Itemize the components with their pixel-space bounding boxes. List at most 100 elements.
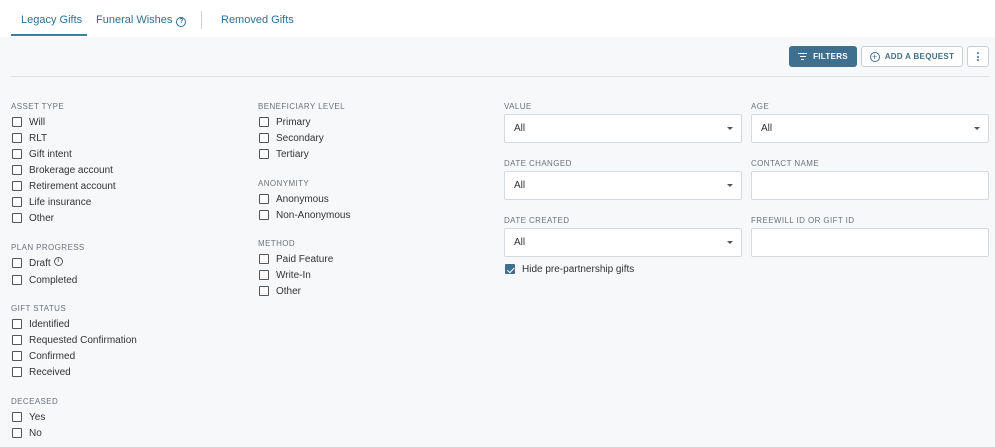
checkbox-status-received[interactable]: Received xyxy=(12,366,71,378)
checkbox-method-write-in[interactable]: Write-In xyxy=(259,269,311,281)
tab-removed-gifts[interactable]: Removed Gifts xyxy=(221,14,294,26)
checkbox-box[interactable] xyxy=(259,149,269,159)
checkbox-box[interactable] xyxy=(12,197,22,207)
checkbox-status-identified[interactable]: Identified xyxy=(12,318,70,330)
checkbox-label: Retirement account xyxy=(29,180,116,192)
add-bequest-button[interactable]: + ADD A BEQUEST xyxy=(861,46,963,67)
checkbox-label: Gift intent xyxy=(29,148,72,160)
checkbox-box[interactable] xyxy=(12,258,22,268)
checkbox-label: Secondary xyxy=(276,132,324,144)
checkbox-label: Paid Feature xyxy=(276,253,334,265)
checkbox-label: Hide pre-partnership gifts xyxy=(522,263,635,275)
asset-type-title: ASSET TYPE xyxy=(11,102,65,111)
contact-name-input[interactable] xyxy=(751,171,989,200)
checkbox-label: No xyxy=(29,427,42,439)
tab-funeral-wishes-label: Funeral Wishes xyxy=(96,14,173,26)
checkbox-beneficiary-secondary[interactable]: Secondary xyxy=(259,132,324,144)
checkbox-deceased-yes[interactable]: Yes xyxy=(12,411,45,423)
checkbox-plan-draft[interactable]: Draft i xyxy=(12,256,63,269)
checkbox-box[interactable] xyxy=(12,133,22,143)
checkbox-asset-brokerage[interactable]: Brokerage account xyxy=(12,164,113,176)
checkbox-label: Draft xyxy=(29,257,51,269)
checkbox-label: Anonymous xyxy=(276,193,329,205)
active-tab-indicator xyxy=(11,34,87,36)
checkbox-asset-rlt[interactable]: RLT xyxy=(12,132,47,144)
checkbox-anonymous[interactable]: Anonymous xyxy=(259,193,329,205)
checkbox-asset-life-insurance[interactable]: Life insurance xyxy=(12,196,91,208)
more-options-button[interactable] xyxy=(967,46,989,67)
age-select[interactable]: All xyxy=(751,114,989,143)
value-select[interactable]: All xyxy=(504,114,742,143)
checkbox-box[interactable] xyxy=(259,194,269,204)
checkbox-box[interactable] xyxy=(12,117,22,127)
checkbox-plan-completed[interactable]: Completed xyxy=(12,274,77,286)
checkbox-label: Received xyxy=(29,366,71,378)
checkbox-method-paid-feature[interactable]: Paid Feature xyxy=(259,253,333,265)
value-select-value: All xyxy=(514,123,526,134)
checkbox-beneficiary-primary[interactable]: Primary xyxy=(259,116,310,128)
checkbox-deceased-no[interactable]: No xyxy=(12,427,42,439)
checkbox-box[interactable] xyxy=(259,270,269,280)
checkbox-label: Confirmed xyxy=(29,350,76,362)
anonymity-title: ANONYMITY xyxy=(258,179,310,188)
checkbox-box[interactable] xyxy=(12,181,22,191)
checkbox-non-anonymous[interactable]: Non-Anonymous xyxy=(259,209,350,221)
caret-down-icon xyxy=(727,127,733,130)
checkbox-asset-retirement[interactable]: Retirement account xyxy=(12,180,116,192)
freewill-id-input[interactable] xyxy=(751,228,989,257)
tab-divider xyxy=(201,11,202,29)
checkbox-box[interactable] xyxy=(12,428,22,438)
checkbox-label: Non-Anonymous xyxy=(276,209,351,221)
checkbox-box[interactable] xyxy=(259,210,269,220)
vertical-dots-icon xyxy=(977,52,979,61)
checkbox-box[interactable] xyxy=(12,351,22,361)
info-icon[interactable]: i xyxy=(53,256,63,266)
checkbox-box[interactable] xyxy=(12,149,22,159)
checkbox-box[interactable] xyxy=(12,335,22,345)
tab-legacy-gifts[interactable]: Legacy Gifts xyxy=(21,14,82,26)
checkbox-box[interactable] xyxy=(259,254,269,264)
checkbox-box[interactable] xyxy=(12,367,22,377)
add-bequest-button-label: ADD A BEQUEST xyxy=(884,52,955,61)
deceased-title: DECEASED xyxy=(11,397,59,406)
checkbox-box[interactable] xyxy=(259,133,269,143)
checkbox-hide-pre-partnership[interactable]: Hide pre-partnership gifts xyxy=(505,263,634,275)
plan-progress-title: PLAN PROGRESS xyxy=(11,243,85,252)
checkbox-box-checked[interactable] xyxy=(505,264,515,274)
checkbox-box[interactable] xyxy=(12,165,22,175)
checkbox-box[interactable] xyxy=(259,117,269,127)
checkbox-asset-gift-intent[interactable]: Gift intent xyxy=(12,148,72,160)
checkbox-box[interactable] xyxy=(12,412,22,422)
checkbox-asset-will[interactable]: Will xyxy=(12,116,45,128)
filters-button-label: FILTERS xyxy=(813,52,848,61)
checkbox-status-confirmed[interactable]: Confirmed xyxy=(12,350,75,362)
date-created-select-value: All xyxy=(514,237,526,248)
checkbox-method-other[interactable]: Other xyxy=(259,285,301,297)
freewill-id-label: FREEWILL ID OR GIFT ID xyxy=(751,216,855,225)
checkbox-box[interactable] xyxy=(12,213,22,223)
checkbox-box[interactable] xyxy=(12,319,22,329)
gift-status-title: GIFT STATUS xyxy=(11,304,67,313)
date-changed-select[interactable]: All xyxy=(504,171,742,200)
question-mark-icon[interactable]: ? xyxy=(176,17,187,27)
checkbox-box[interactable] xyxy=(12,275,22,285)
value-label: VALUE xyxy=(504,102,532,111)
checkbox-label: Other xyxy=(276,285,302,297)
checkbox-asset-other[interactable]: Other xyxy=(12,212,54,224)
filter-icon xyxy=(798,52,808,62)
date-created-select[interactable]: All xyxy=(504,228,742,257)
checkbox-box[interactable] xyxy=(259,286,269,296)
caret-down-icon xyxy=(727,184,733,187)
checkbox-beneficiary-tertiary[interactable]: Tertiary xyxy=(259,148,309,160)
checkbox-label: Yes xyxy=(29,411,46,423)
age-label: AGE xyxy=(751,102,770,111)
checkbox-label: RLT xyxy=(29,132,48,144)
checkbox-status-requested[interactable]: Requested Confirmation xyxy=(12,334,137,346)
caret-down-icon xyxy=(727,241,733,244)
date-created-label: DATE CREATED xyxy=(504,216,570,225)
tab-funeral-wishes[interactable]: Funeral Wishes? xyxy=(96,14,187,27)
beneficiary-level-title: BENEFICIARY LEVEL xyxy=(258,102,345,111)
filters-button[interactable]: FILTERS xyxy=(789,46,857,67)
checkbox-label: Other xyxy=(29,212,55,224)
checkbox-label: Completed xyxy=(29,274,78,286)
